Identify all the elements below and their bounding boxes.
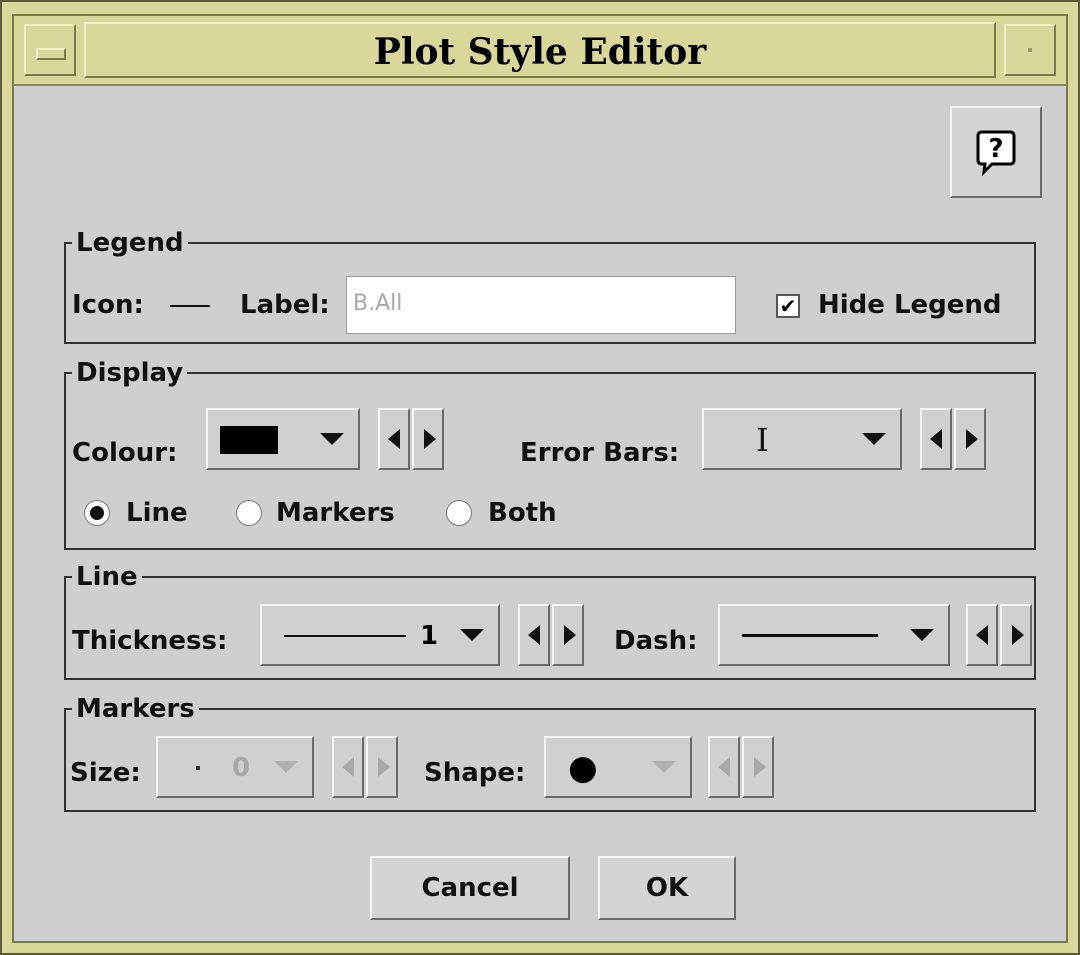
hide-legend-checkbox[interactable]: ✔ [776,294,800,318]
thickness-stepper[interactable] [518,604,586,666]
legend-group-title: Legend [72,228,188,258]
size-stepper[interactable] [332,736,400,798]
shape-circle-icon: ● [568,748,598,788]
error-bars-stepper[interactable] [920,408,988,470]
colour-swatch [220,426,278,454]
window-frame: Plot Style Editor ? Legend Icon: Label: … [0,0,1080,955]
label-label: Label: [240,290,330,320]
colour-stepper[interactable] [378,408,446,470]
legend-label-input[interactable]: B.All [346,276,736,334]
legend-group: Legend Icon: Label: B.All ✔ Hide Legend [64,228,1036,344]
error-bar-icon: I [756,421,769,459]
error-bars-select[interactable]: I [702,408,902,470]
arrow-right-icon [564,625,576,645]
size-value: 0 [232,753,251,783]
style-both-label[interactable]: Both [488,496,557,530]
dash-prev-button[interactable] [966,604,998,666]
display-group-title: Display [72,358,188,388]
thickness-prev-button[interactable] [518,604,550,666]
arrow-left-icon [388,429,400,449]
size-next-button[interactable] [366,736,398,798]
colour-label: Colour: [72,438,178,468]
colour-select[interactable] [206,408,360,470]
arrow-right-icon [1012,625,1024,645]
markers-group-title: Markers [72,694,199,724]
svg-text:?: ? [988,134,1003,164]
size-label: Size: [70,758,141,788]
arrow-left-icon [930,429,942,449]
window-menu-icon [36,48,66,60]
dialog-content: ? Legend Icon: Label: B.All ✔ Hide Legen… [14,86,1066,941]
style-markers-label[interactable]: Markers [276,496,395,530]
size-prev-button[interactable] [332,736,364,798]
chevron-down-icon [274,761,298,773]
help-button[interactable]: ? [950,106,1042,198]
error-bars-label: Error Bars: [520,438,680,468]
error-bars-next-button[interactable] [954,408,986,470]
chevron-down-icon [460,629,484,641]
colour-next-button[interactable] [412,408,444,470]
ok-button[interactable]: OK [598,856,736,920]
arrow-right-icon [378,757,390,777]
arrow-right-icon [424,429,436,449]
colour-prev-button[interactable] [378,408,410,470]
style-line-radio[interactable] [84,500,110,526]
size-select[interactable]: 0 [156,736,314,798]
minimize-icon [1028,48,1032,52]
line-group-title: Line [72,562,142,592]
window-minimize-button[interactable] [1004,24,1056,76]
arrow-left-icon [718,757,730,777]
thickness-next-button[interactable] [552,604,584,666]
icon-label: Icon: [72,290,144,320]
chevron-down-icon [652,761,676,773]
arrow-left-icon [976,625,988,645]
dash-label: Dash: [614,626,698,656]
line-group: Line Thickness: 1 Dash: [64,562,1036,680]
chevron-down-icon [862,433,886,445]
dash-stepper[interactable] [966,604,1034,666]
style-line-label[interactable]: Line [126,496,188,530]
window-menu-button[interactable] [24,24,76,76]
error-bars-prev-button[interactable] [920,408,952,470]
shape-select[interactable]: ● [544,736,692,798]
chevron-down-icon [320,433,344,445]
markers-group: Markers Size: 0 Shape: ● [64,694,1036,812]
style-both-radio[interactable] [446,500,472,526]
legend-line-icon [170,305,210,307]
shape-prev-button[interactable] [708,736,740,798]
dash-line-icon [742,634,878,637]
thickness-value: 1 [420,621,439,651]
title-bar[interactable]: Plot Style Editor [14,16,1066,86]
chevron-down-icon [910,629,934,641]
shape-next-button[interactable] [742,736,774,798]
help-bubble-icon: ? [976,130,1016,177]
window: Plot Style Editor ? Legend Icon: Label: … [12,14,1068,943]
arrow-right-icon [966,429,978,449]
hide-legend-label[interactable]: Hide Legend [818,288,1002,322]
arrow-left-icon [342,757,354,777]
window-title: Plot Style Editor [84,22,996,78]
dash-next-button[interactable] [1000,604,1032,666]
arrow-left-icon [528,625,540,645]
size-dot-icon [196,766,200,770]
thickness-line-icon [284,635,406,637]
dash-select[interactable] [718,604,950,666]
thickness-select[interactable]: 1 [260,604,500,666]
thickness-label: Thickness: [72,626,228,656]
cancel-button[interactable]: Cancel [370,856,570,920]
arrow-right-icon [754,757,766,777]
display-group: Display Colour: Error Bars: I Line Marke… [64,358,1036,550]
style-markers-radio[interactable] [236,500,262,526]
shape-stepper[interactable] [708,736,776,798]
shape-label: Shape: [424,758,526,788]
radio-selected-dot [90,506,104,520]
